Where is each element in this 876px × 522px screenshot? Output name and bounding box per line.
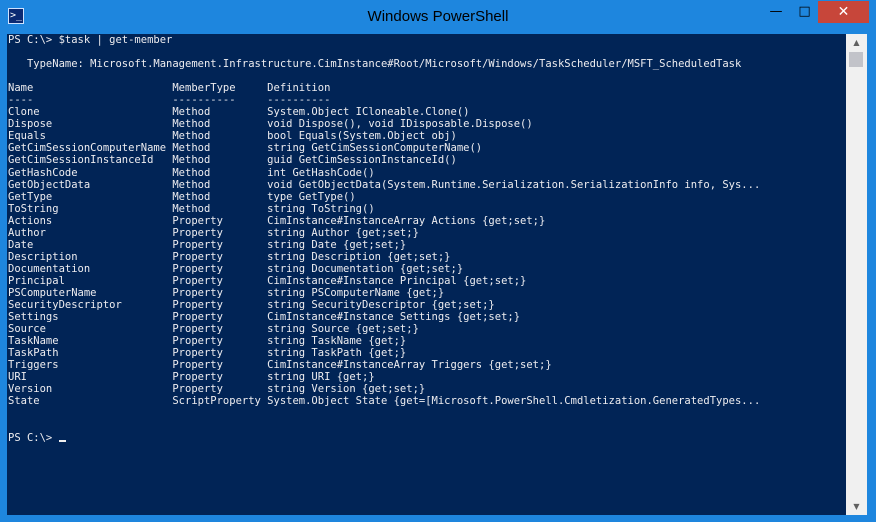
table-row: Equals Method bool Equals(System.Object … bbox=[8, 130, 457, 143]
table-row: SecurityDescriptor Property string Secur… bbox=[8, 299, 495, 312]
console-output[interactable]: PS C:\> $task | get-member TypeName: Mic… bbox=[7, 34, 846, 515]
vertical-scrollbar[interactable]: ▲ ▼ bbox=[846, 34, 867, 515]
table-row: Date Property string Date {get;set;} bbox=[8, 238, 407, 251]
window-title: Windows PowerShell bbox=[367, 8, 509, 25]
type-name-line: TypeName: Microsoft.Management.Infrastru… bbox=[8, 58, 742, 71]
table-row: GetCimSessionComputerName Method string … bbox=[8, 142, 483, 155]
title-bar[interactable]: >_ Windows PowerShell — □ ✕ bbox=[0, 0, 876, 34]
table-row: Dispose Method void Dispose(), void IDis… bbox=[8, 118, 533, 131]
table-row: ToString Method string ToString() bbox=[8, 202, 375, 215]
table-row: GetType Method type GetType() bbox=[8, 190, 356, 203]
table-row: Actions Property CimInstance#InstanceArr… bbox=[8, 214, 546, 227]
table-row: URI Property string URI {get;} bbox=[8, 371, 375, 384]
table-row: GetCimSessionInstanceId Method guid GetC… bbox=[8, 154, 457, 167]
table-row: Clone Method System.Object ICloneable.Cl… bbox=[8, 106, 470, 119]
table-row: Settings Property CimInstance#Instance S… bbox=[8, 311, 521, 324]
table-row: GetObjectData Method void GetObjectData(… bbox=[8, 178, 761, 191]
minimize-button[interactable]: — bbox=[762, 1, 790, 23]
table-header: Name MemberType Definition bbox=[8, 82, 331, 95]
table-row: Source Property string Source {get;set;} bbox=[8, 323, 419, 336]
console-text: PS C:\> $task | get-member TypeName: Mic… bbox=[8, 34, 760, 444]
scroll-down-arrow-icon[interactable]: ▼ bbox=[846, 498, 867, 515]
table-row: Documentation Property string Documentat… bbox=[8, 262, 464, 275]
powershell-window: >_ Windows PowerShell — □ ✕ PS C:\> $tas… bbox=[0, 0, 876, 522]
table-row: Description Property string Description … bbox=[8, 250, 451, 263]
member-table: Clone Method System.Object ICloneable.Cl… bbox=[8, 106, 760, 407]
table-row: TaskName Property string TaskName {get;} bbox=[8, 335, 407, 348]
scrollbar-thumb[interactable] bbox=[849, 52, 863, 67]
scroll-up-arrow-icon[interactable]: ▲ bbox=[846, 34, 867, 51]
maximize-button[interactable]: □ bbox=[791, 1, 818, 23]
table-row: State ScriptProperty System.Object State… bbox=[8, 395, 761, 408]
text-cursor bbox=[58, 439, 66, 442]
table-row: Principal Property CimInstance#Instance … bbox=[8, 274, 527, 287]
table-row: Triggers Property CimInstance#InstanceAr… bbox=[8, 359, 552, 372]
prompt-line: PS C:\> bbox=[8, 431, 59, 444]
table-row: GetHashCode Method int GetHashCode() bbox=[8, 166, 375, 179]
close-button[interactable]: ✕ bbox=[818, 1, 869, 23]
table-separator: ---- ---------- ---------- bbox=[8, 94, 331, 107]
table-row: Author Property string Author {get;set;} bbox=[8, 226, 419, 239]
command-line: PS C:\> $task | get-member bbox=[8, 34, 173, 46]
table-row: Version Property string Version {get;set… bbox=[8, 383, 426, 396]
table-row: PSComputerName Property string PSCompute… bbox=[8, 286, 445, 299]
table-row: TaskPath Property string TaskPath {get;} bbox=[8, 347, 407, 360]
